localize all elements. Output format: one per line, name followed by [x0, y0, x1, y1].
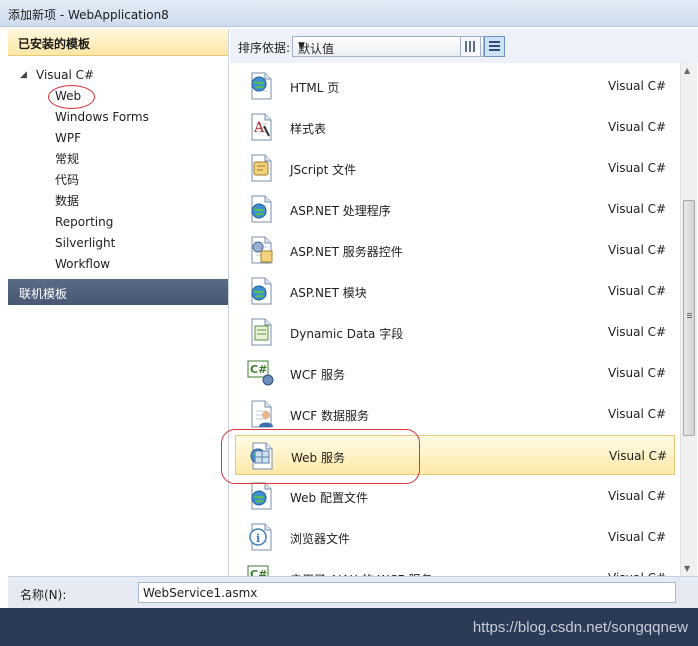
- name-label: 名称(N):: [20, 588, 67, 602]
- server-control-icon: [246, 235, 276, 265]
- template-item-language: Visual C#: [608, 161, 667, 175]
- sort-toolbar: 排序依据: 默认值 ▼: [230, 29, 698, 63]
- online-templates-header[interactable]: 联机模板: [8, 279, 228, 305]
- small-icons-view-button[interactable]: [460, 36, 481, 57]
- svg-text:C#: C#: [250, 363, 267, 376]
- template-item-name: WCF 服务: [290, 368, 345, 382]
- template-item[interactable]: i 浏览器文件 Visual C#: [235, 517, 675, 557]
- aspnet-module-icon: [246, 276, 276, 306]
- template-item-language: Visual C#: [608, 325, 667, 339]
- template-list-scrollbar[interactable]: ▲ ▼: [680, 63, 697, 576]
- template-item-language: Visual C#: [608, 407, 667, 421]
- sort-by-label: 排序依据:: [238, 41, 291, 55]
- template-item[interactable]: Dynamic Data 字段 Visual C#: [235, 312, 675, 352]
- template-item-language: Visual C#: [608, 366, 667, 380]
- web-config-icon: [246, 481, 276, 511]
- tree-node-reporting[interactable]: Reporting: [8, 212, 228, 233]
- template-list: HTML 页 Visual C# A 样式表 Visual C# JScript 文件 Vi…: [231, 63, 680, 576]
- template-item-name: HTML 页: [290, 81, 340, 95]
- tree-node-general[interactable]: 常规: [8, 149, 228, 170]
- template-item[interactable]: ASP.NET 模块 Visual C#: [235, 271, 675, 311]
- list-view-icon: [489, 41, 500, 52]
- template-item-name: JScript 文件: [290, 163, 357, 177]
- title-bar: 添加新项 - WebApplication8: [0, 0, 698, 27]
- template-item-name: Web 配置文件: [290, 491, 368, 505]
- template-item[interactable]: WCF 数据服务 Visual C#: [235, 394, 675, 434]
- aspnet-handler-icon: [246, 194, 276, 224]
- stylesheet-icon: A: [246, 112, 276, 142]
- tree-node-code[interactable]: 代码: [8, 170, 228, 191]
- grid-view-icon: [465, 41, 476, 52]
- template-item-name: 浏览器文件: [290, 532, 351, 546]
- template-item[interactable]: JScript 文件 Visual C#: [235, 148, 675, 188]
- scroll-up-arrow-icon[interactable]: ▲: [684, 66, 690, 75]
- scroll-down-arrow-icon[interactable]: ▼: [684, 564, 690, 573]
- template-item-name: WCF 数据服务: [290, 409, 369, 423]
- tree-node-wpf[interactable]: WPF: [8, 128, 228, 149]
- online-templates-label: 联机模板: [19, 287, 68, 301]
- watermark-text: https://blog.csdn.net/songqqnew: [472, 619, 688, 636]
- red-highlight-rounded-box: [221, 429, 420, 484]
- template-item-language: Visual C#: [608, 243, 667, 257]
- template-tree-panel: 已安装的模板 ◢ Visual C# Web Windows Forms WPF…: [8, 29, 229, 576]
- tree-node-workflow[interactable]: Workflow: [8, 254, 228, 275]
- template-item-language: Visual C#: [608, 284, 667, 298]
- svg-text:A: A: [253, 120, 265, 136]
- template-item[interactable]: C#启用了 AJAX 的 WCF 服务Visual C#: [235, 558, 675, 576]
- installed-templates-header[interactable]: 已安装的模板: [8, 29, 228, 56]
- html-page-icon: [246, 71, 276, 101]
- grip-icon: [687, 313, 692, 319]
- dynamic-data-icon: [246, 317, 276, 347]
- name-bar: 名称(N):: [8, 576, 698, 608]
- template-item[interactable]: ASP.NET 处理程序 Visual C#: [235, 189, 675, 229]
- scrollbar-thumb[interactable]: [683, 200, 695, 436]
- browser-file-icon: i: [246, 522, 276, 552]
- name-input[interactable]: [138, 582, 676, 603]
- template-item-name: ASP.NET 处理程序: [290, 204, 391, 218]
- dropdown-arrow-icon: ▼: [298, 41, 305, 51]
- footer-band: https://blog.csdn.net/songqqnew: [0, 608, 698, 646]
- installed-templates-label: 已安装的模板: [18, 37, 91, 51]
- svg-text:i: i: [256, 532, 260, 545]
- window-title: 添加新项 - WebApplication8: [8, 8, 169, 22]
- template-item-language: Visual C#: [608, 120, 667, 134]
- jscript-file-icon: [246, 153, 276, 183]
- tree-node-web[interactable]: Web: [8, 85, 228, 109]
- tree-node-data[interactable]: 数据: [8, 191, 228, 212]
- template-item-name: 样式表: [290, 122, 327, 136]
- tree-node-windows-forms[interactable]: Windows Forms: [8, 107, 228, 128]
- template-item-name: ASP.NET 服务器控件: [290, 245, 403, 259]
- template-item-name: ASP.NET 模块: [290, 286, 367, 300]
- template-item[interactable]: ASP.NET 服务器控件 Visual C#: [235, 230, 675, 270]
- ajax-wcf-icon: C#: [246, 563, 276, 576]
- expanded-triangle-icon[interactable]: ◢: [20, 65, 27, 86]
- template-item[interactable]: A 样式表 Visual C#: [235, 107, 675, 147]
- template-item-name: Dynamic Data 字段: [290, 327, 404, 341]
- red-highlight-circle: [48, 85, 95, 109]
- sort-by-dropdown[interactable]: 默认值 ▼: [292, 36, 484, 57]
- details-view-button[interactable]: [484, 36, 505, 57]
- template-item-language: Visual C#: [608, 530, 667, 544]
- template-item-language: Visual C#: [608, 202, 667, 216]
- template-item[interactable]: C# WCF 服务 Visual C#: [235, 353, 675, 393]
- template-item-language: Visual C#: [608, 79, 667, 93]
- template-item[interactable]: HTML 页 Visual C#: [235, 66, 675, 106]
- tree-node-visual-csharp[interactable]: ◢ Visual C#: [8, 65, 228, 86]
- svg-text:C#: C#: [250, 568, 267, 576]
- tree-node-silverlight[interactable]: Silverlight: [8, 233, 228, 254]
- template-tree: ◢ Visual C# Web Windows Forms WPF 常规 代码 …: [8, 56, 228, 275]
- wcf-service-icon: C#: [246, 358, 276, 388]
- wcf-data-service-icon: [246, 399, 276, 429]
- template-item-language: Visual C#: [609, 449, 668, 463]
- template-item-language: Visual C#: [608, 489, 667, 503]
